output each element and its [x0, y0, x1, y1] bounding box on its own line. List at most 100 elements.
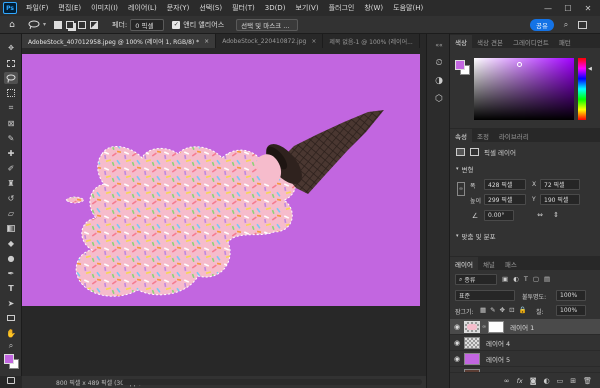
- blend-mode-select[interactable]: 표준: [455, 290, 515, 301]
- history-icon[interactable]: ⏲: [432, 56, 446, 70]
- tab-color[interactable]: 색상: [450, 35, 472, 48]
- opacity-input[interactable]: 100%: [556, 290, 586, 301]
- lock-all-icon[interactable]: 🔒: [519, 306, 527, 314]
- visibility-eye-icon[interactable]: ◉: [450, 323, 464, 331]
- tab-paths[interactable]: 패스: [500, 257, 522, 270]
- tab-adjustments[interactable]: 조정: [472, 129, 494, 142]
- hand-tool-icon[interactable]: ✋: [4, 327, 18, 339]
- photoshop-logo[interactable]: Ps: [3, 2, 17, 14]
- horizontal-scrollbar[interactable]: [122, 379, 422, 385]
- adjust-icon[interactable]: ◑: [432, 74, 446, 88]
- new-layer-icon[interactable]: ⊞: [570, 377, 576, 385]
- tab-patterns[interactable]: 패턴: [554, 35, 576, 48]
- layer-mask-thumbnail[interactable]: [488, 320, 505, 333]
- fx-icon[interactable]: fx: [517, 377, 523, 385]
- lock-pixels-icon[interactable]: ✎: [490, 306, 495, 314]
- antialias-checkbox[interactable]: ✓: [172, 20, 181, 29]
- doc-tab-active[interactable]: AdobeStock_407012958.jpeg @ 100% (레이어 1,…: [22, 34, 217, 48]
- transform-collapse-icon[interactable]: ▾: [456, 166, 459, 172]
- quick-mask-icon[interactable]: [5, 375, 17, 385]
- doc-tab[interactable]: 제목 없음-1 @ 100% (레이어...: [323, 34, 420, 48]
- foreground-color-swatch[interactable]: [4, 354, 14, 364]
- frame-tool-icon[interactable]: ⊠: [4, 117, 18, 129]
- 3d-cube-icon[interactable]: ⬡: [432, 92, 446, 106]
- eyedropper-tool-icon[interactable]: ✎: [4, 132, 18, 144]
- align-collapse-icon[interactable]: ▾: [456, 233, 459, 239]
- filter-type-icon[interactable]: T: [524, 275, 528, 283]
- height-input[interactable]: 299 픽셀: [484, 194, 526, 205]
- menu-view[interactable]: 보기(V): [290, 3, 323, 13]
- tab-swatches[interactable]: 색상 견본: [472, 35, 508, 48]
- close-tab-icon[interactable]: ×: [311, 38, 316, 45]
- menu-layer[interactable]: 레이어(L): [123, 3, 162, 13]
- visibility-eye-icon[interactable]: ◉: [450, 355, 464, 363]
- color-panel-foreground[interactable]: [455, 60, 465, 70]
- document-image[interactable]: [22, 54, 420, 306]
- fill-input[interactable]: 100%: [556, 305, 586, 316]
- menu-edit[interactable]: 편집(E): [53, 3, 86, 13]
- layer-name[interactable]: 레이어 5: [486, 354, 510, 364]
- doc-tab[interactable]: AdobeStock_220410872.jpg ×: [216, 34, 324, 48]
- collapse-panels-icon[interactable]: ««: [433, 40, 445, 50]
- menu-window[interactable]: 창(W): [359, 3, 388, 13]
- trash-icon[interactable]: 🗑: [583, 377, 592, 385]
- tab-libraries[interactable]: 라이브러리: [494, 129, 534, 142]
- menu-filter[interactable]: 필터(T): [227, 3, 260, 13]
- preset-dropdown-arrow-icon[interactable]: ▾: [43, 21, 46, 28]
- layer-row[interactable]: ◉ 레이어 5: [450, 351, 600, 367]
- blur-tool-icon[interactable]: ◆: [4, 237, 18, 249]
- intersect-selection-icon[interactable]: [88, 19, 100, 31]
- angle-input[interactable]: 0.00°: [484, 210, 514, 221]
- flip-vertical-icon[interactable]: ⇕: [550, 210, 562, 220]
- object-select-tool-icon[interactable]: [4, 87, 18, 99]
- layer-name[interactable]: 레이어 4: [486, 338, 510, 348]
- link-dimensions-icon[interactable]: ∞: [457, 182, 465, 196]
- subtract-selection-icon[interactable]: [76, 19, 88, 31]
- canvas-area[interactable]: [22, 48, 426, 376]
- hue-slider-handle-icon[interactable]: ◀: [588, 66, 592, 72]
- marquee-tool-icon[interactable]: [4, 57, 18, 69]
- brush-tool-icon[interactable]: ✐: [4, 162, 18, 174]
- menu-3d[interactable]: 3D(D): [260, 4, 291, 12]
- minimize-button[interactable]: —: [538, 0, 558, 16]
- home-icon[interactable]: ⌂: [5, 18, 19, 32]
- crop-tool-icon[interactable]: ⌗: [4, 102, 18, 114]
- transform-header[interactable]: ▾ 변형: [456, 164, 473, 174]
- rectangle-tool-icon[interactable]: [4, 312, 18, 324]
- share-button[interactable]: 공유: [530, 19, 554, 31]
- gradient-tool-icon[interactable]: [4, 222, 18, 234]
- filter-shape-icon[interactable]: ▢: [533, 275, 539, 283]
- filter-pixel-icon[interactable]: ▣: [502, 275, 508, 283]
- dodge-tool-icon[interactable]: ●: [4, 252, 18, 264]
- tab-gradients[interactable]: 그레이디언트: [508, 35, 554, 48]
- tab-layers[interactable]: 레이어: [450, 257, 478, 270]
- maximize-button[interactable]: ☐: [558, 0, 578, 16]
- mask-icon[interactable]: ◙: [530, 377, 537, 385]
- filter-adjustment-icon[interactable]: ◐: [513, 275, 519, 283]
- new-selection-icon[interactable]: [52, 19, 64, 31]
- feather-input[interactable]: 0 픽셀: [130, 18, 165, 31]
- close-tab-icon[interactable]: ×: [204, 38, 209, 45]
- color-picker-handle[interactable]: [517, 62, 522, 67]
- search-icon[interactable]: ⌕: [560, 18, 572, 32]
- x-input[interactable]: 72 픽셀: [540, 179, 580, 190]
- healing-brush-tool-icon[interactable]: ✚: [4, 147, 18, 159]
- group-icon[interactable]: ▭: [557, 377, 564, 385]
- menu-help[interactable]: 도움말(H): [388, 3, 428, 13]
- history-brush-tool-icon[interactable]: ↺: [4, 192, 18, 204]
- flip-horizontal-icon[interactable]: ⇔: [534, 210, 546, 220]
- type-tool-icon[interactable]: T: [4, 282, 18, 294]
- workspace-icon[interactable]: [576, 18, 588, 32]
- layer-row[interactable]: ◉ 레이어 4: [450, 335, 600, 351]
- lasso-tool-icon[interactable]: [4, 72, 18, 84]
- hue-slider[interactable]: [578, 58, 586, 120]
- select-and-mask-button[interactable]: 선택 및 마스크 ...: [236, 18, 299, 31]
- tab-channels[interactable]: 채널: [478, 257, 500, 270]
- mask-link-icon[interactable]: ∞: [482, 324, 486, 330]
- add-selection-icon[interactable]: [64, 19, 76, 31]
- clone-stamp-tool-icon[interactable]: ♜: [4, 177, 18, 189]
- lock-artboard-icon[interactable]: ⊡: [509, 306, 514, 314]
- menu-plugins[interactable]: 플러그인: [324, 3, 360, 13]
- path-selection-tool-icon[interactable]: ➤: [4, 297, 18, 309]
- lock-position-icon[interactable]: ✥: [500, 306, 505, 314]
